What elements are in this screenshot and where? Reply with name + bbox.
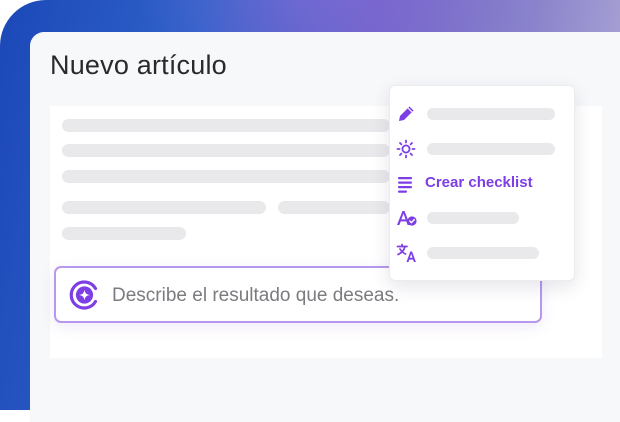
text-placeholder-line (278, 201, 390, 214)
menu-item-create-checklist[interactable]: Crear checklist (390, 168, 574, 198)
pen-icon (396, 104, 416, 124)
list-icon (396, 174, 416, 194)
text-placeholder-line (62, 201, 266, 214)
menu-item-label: Crear checklist (425, 174, 533, 191)
text-placeholder-line (62, 144, 390, 157)
spell-check-icon (396, 208, 417, 228)
menu-item-placeholder (427, 143, 555, 155)
menu-item-placeholder (427, 108, 555, 120)
menu-item-placeholder (427, 212, 519, 224)
ai-sparkle-icon (68, 279, 100, 311)
menu-item-placeholder (427, 247, 539, 259)
page-title: Nuevo artículo (50, 50, 227, 80)
ai-actions-menu: Crear checklist (389, 85, 575, 281)
translate-icon (396, 243, 416, 263)
menu-item-improve[interactable] (390, 133, 574, 163)
text-placeholder-line (62, 170, 390, 183)
prompt-placeholder: Describe el resultado que deseas. (112, 285, 400, 306)
menu-item-spellcheck[interactable] (390, 202, 574, 232)
text-placeholder-line (62, 227, 186, 240)
text-placeholder-line (62, 119, 390, 132)
menu-item-write[interactable] (390, 98, 574, 128)
menu-item-translate[interactable] (390, 237, 574, 267)
sun-icon (396, 139, 416, 159)
